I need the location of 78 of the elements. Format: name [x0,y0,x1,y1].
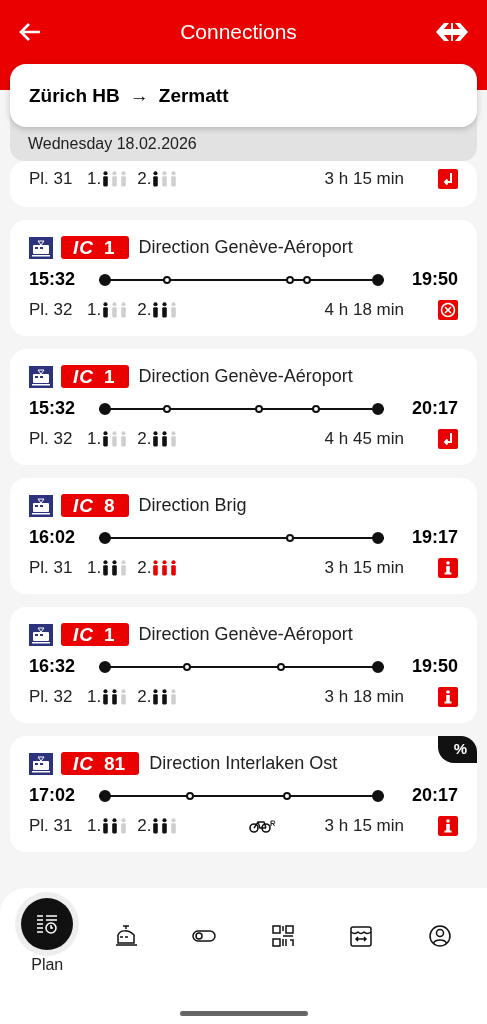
logo-icon [435,22,469,42]
duration-text: 3 h 15 min [324,558,404,578]
arrow-text: → [129,84,149,107]
empty-person-icon [170,689,178,705]
direction-text: Direction Genève-Aéroport [138,237,353,258]
train-badge: IC 1 [61,236,129,259]
filled-person-icon [102,302,110,318]
class-label: 1. [87,687,102,707]
class-label: 1. [87,169,102,189]
direction-text: Direction Brig [138,495,247,516]
filled-person-icon [152,171,160,187]
direction-text: Direction Genève-Aéroport [138,624,353,645]
departure-time: 15:32 [29,398,77,419]
platform-text: Pl. 31 [29,169,74,189]
filled-person-icon [102,431,110,447]
info-icon[interactable] [438,816,458,836]
route-card[interactable]: Zürich HB → Zermatt [10,64,477,127]
info-icon[interactable] [438,687,458,707]
empty-person-icon [120,818,128,834]
platform-text: Pl. 32 [29,429,74,449]
class-label: 2. [137,300,152,320]
reroute-icon[interactable] [438,429,458,449]
platform-text: Pl. 31 [29,816,74,836]
direction-text: Direction Interlaken Ost [149,753,338,774]
connection-card[interactable]: IC 8 Direction Brig 16:02 19:17 Pl. 31 1. 2. 3 h 15 min [10,478,477,594]
shop-icon [348,923,375,949]
discount-badge: % [437,736,477,763]
direction-text: Direction Genève-Aéroport [138,366,353,387]
duration-text: 3 h 15 min [324,816,404,836]
departure-time: 16:32 [29,656,77,677]
class-label: 2. [137,558,152,578]
class-label: 2. [137,687,152,707]
arrival-time: 20:17 [410,785,458,806]
qr-code-icon [269,923,296,949]
departure-time: 15:32 [29,269,77,290]
origin-text: Zürich HB [29,84,120,107]
empty-person-icon [120,560,128,576]
departure-time: 17:02 [29,785,77,806]
arrival-time: 19:17 [410,527,458,548]
arrival-time: 20:17 [410,398,458,419]
connection-card[interactable]: IC 1 Direction Genève-Aéroport 15:32 20:17 Pl. 32 1. 2. 4 h 45 min [10,349,477,465]
connection-card[interactable]: IC 1 Direction Genève-Aéroport 16:32 19:50 Pl. 32 1. 2. 3 h 18 min [10,607,477,723]
platform-text: Pl. 31 [29,558,74,578]
cancelled-icon[interactable] [438,300,458,320]
class-label: 2. [137,429,152,449]
screen-title: Connections [180,20,297,44]
train-badge: IC 1 [61,365,129,388]
reroute-icon[interactable] [438,169,458,189]
destination-text: Zermatt [158,84,229,107]
duration-text: 4 h 45 min [324,429,404,449]
arrival-time: 19:50 [410,269,458,290]
empty-person-icon [120,689,128,705]
arrival-time: 19:50 [410,656,458,677]
info-icon[interactable] [438,558,458,578]
platform-text: Pl. 32 [29,687,74,707]
filled-person-icon [102,171,110,187]
back-button[interactable] [18,22,42,42]
train-badge: IC 8 [61,494,129,517]
empty-person-icon [170,431,178,447]
departure-time: 16:02 [29,527,77,548]
platform-text: Pl. 32 [29,300,74,320]
connection-card[interactable]: IC 1 Direction Genève-Aéroport 15:32 19:50 Pl. 32 1. 2. 4 h 18 min [10,220,477,336]
class-label: 1. [87,429,102,449]
train-badge: IC 1 [61,623,129,646]
empty-person-icon [170,302,178,318]
class-label: 1. [87,558,102,578]
class-label: 1. [87,816,102,836]
class-label: 1. [87,300,102,320]
empty-person-icon [170,818,178,834]
connection-card[interactable]: % IC 81 Direction Interlaken Ost 17:02 20:17 Pl. 31 1. 2. 3 h 15 min [10,736,477,852]
profile-icon [426,923,453,949]
connection-card[interactable]: Pl. 31 1. 2. 3 h 15 min [10,161,477,207]
class-label: 2. [137,816,152,836]
duration-text: 3 h 18 min [324,687,404,707]
duration-text: 4 h 18 min [324,300,404,320]
train-badge: IC 81 [61,752,140,775]
duration-text: 3 h 15 min [324,169,404,189]
class-label: 2. [137,169,152,189]
